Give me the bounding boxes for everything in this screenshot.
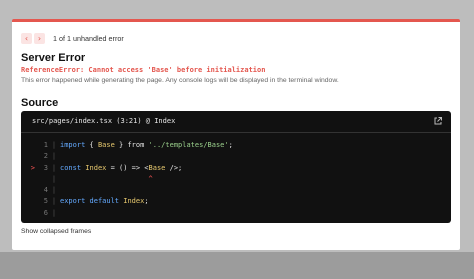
code-token: import bbox=[60, 141, 86, 149]
code-frame: src/pages/index.tsx (3:21) @ Index 1 | imp… bbox=[21, 111, 451, 223]
code-token: default bbox=[89, 197, 120, 206]
code-token: Index bbox=[85, 163, 107, 172]
code-token: ; bbox=[228, 141, 233, 149]
open-in-editor-icon[interactable] bbox=[433, 116, 443, 126]
code-frame-header: src/pages/index.tsx (3:21) @ Index bbox=[21, 111, 451, 133]
line-separator: | bbox=[51, 186, 57, 195]
page-title: Server Error bbox=[21, 52, 86, 64]
code-token: const bbox=[60, 163, 82, 172]
line-number bbox=[35, 174, 48, 185]
line-separator: | bbox=[51, 197, 57, 206]
line-number: 2 bbox=[43, 152, 48, 161]
code-token: = () => < bbox=[106, 163, 149, 172]
code-line: 6 | bbox=[21, 208, 451, 219]
code-token: Base bbox=[97, 141, 115, 149]
line-number: 4 bbox=[43, 186, 48, 195]
error-count: 1 of 1 unhandled error bbox=[53, 33, 124, 43]
error-pagination: ‹ › 1 of 1 unhandled error bbox=[21, 31, 124, 45]
code-line: 2 | bbox=[21, 151, 451, 162]
code-token: { bbox=[85, 141, 98, 149]
code-line: >3 | const Index = () => < Base />; bbox=[21, 163, 451, 174]
next-error-button[interactable]: › bbox=[34, 32, 45, 44]
code-token: Base bbox=[148, 163, 166, 172]
code-line: 5 | export default Index; bbox=[21, 196, 451, 207]
code-token: ; bbox=[144, 197, 149, 206]
line-marker bbox=[21, 196, 35, 207]
line-separator: | bbox=[51, 208, 57, 217]
source-file-path[interactable]: src/pages/index.tsx (3:21) @ Index bbox=[32, 117, 175, 125]
code-line: 1 | import { Base } from '../templates/Bas… bbox=[21, 140, 451, 151]
backdrop bbox=[0, 252, 474, 279]
code-lines: 1 | import { Base } from '../templates/Bas… bbox=[21, 133, 451, 219]
show-collapsed-frames-button[interactable]: Show collapsed frames bbox=[21, 228, 91, 235]
line-separator: | bbox=[51, 174, 57, 183]
line-marker bbox=[21, 208, 35, 219]
line-number: 3 bbox=[43, 163, 48, 172]
line-number: 1 bbox=[43, 141, 48, 149]
prev-error-button[interactable]: ‹ bbox=[21, 32, 32, 44]
source-heading: Source bbox=[21, 97, 59, 109]
line-marker: > bbox=[30, 163, 35, 172]
chevron-right-icon: › bbox=[37, 33, 42, 43]
line-marker bbox=[21, 151, 35, 162]
code-line: 4 | bbox=[21, 185, 451, 196]
line-marker bbox=[21, 174, 35, 185]
help-text: This error happened while generating the… bbox=[21, 77, 339, 84]
line-separator: | bbox=[51, 141, 57, 149]
line-number: 6 bbox=[43, 208, 48, 217]
code-token: Index bbox=[123, 197, 145, 206]
chevron-left-icon: ‹ bbox=[24, 33, 29, 43]
line-marker bbox=[21, 185, 35, 196]
code-token: export bbox=[60, 197, 86, 206]
code-line: | ^ bbox=[21, 174, 451, 185]
error-message: ReferenceError: Cannot access 'Base' bef… bbox=[21, 66, 266, 74]
error-caret: ^ bbox=[60, 174, 153, 183]
error-overlay-dialog: ‹ › 1 of 1 unhandled error Server Error … bbox=[12, 19, 460, 250]
line-separator: | bbox=[51, 163, 57, 172]
line-separator: | bbox=[51, 152, 57, 161]
code-token: } from bbox=[114, 141, 149, 149]
line-marker bbox=[21, 140, 35, 151]
line-number: 5 bbox=[43, 197, 48, 206]
code-token: '../templates/Base' bbox=[148, 141, 229, 149]
code-token: />; bbox=[165, 163, 183, 172]
